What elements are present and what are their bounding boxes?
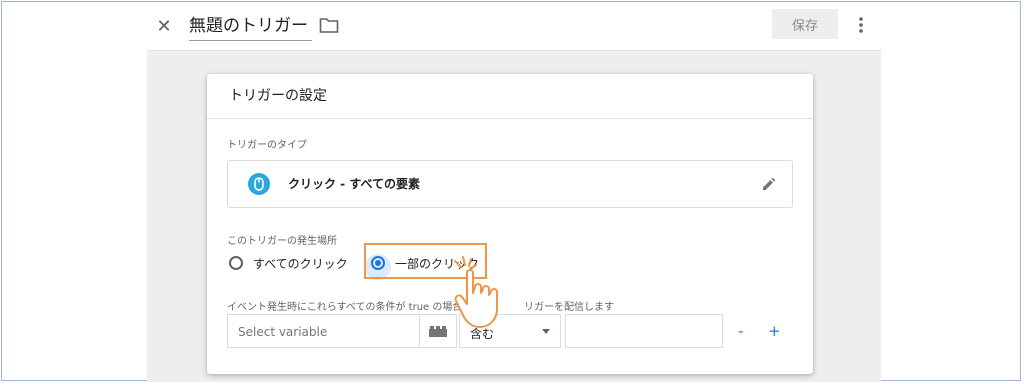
save-button[interactable]: 保存: [772, 9, 838, 39]
trigger-type-name: クリック - すべての要素: [288, 177, 421, 191]
editor-header: ✕ 無題のトリガー 保存: [147, 4, 881, 51]
variable-placeholder: Select variable: [238, 325, 328, 339]
chevron-down-icon: [542, 329, 550, 334]
fire-on-label: このトリガーの発生場所: [227, 236, 337, 247]
pointing-hand-icon: [454, 256, 498, 328]
close-icon[interactable]: ✕: [152, 14, 176, 38]
trigger-type-label: トリガーのタイプ: [227, 140, 307, 151]
value-input[interactable]: [565, 314, 723, 348]
building-blocks-icon: [429, 326, 447, 337]
variable-select[interactable]: Select variable: [227, 314, 457, 348]
screenshot-frame: ✕ 無題のトリガー 保存 トリガーの設定 トリガーのタイプ クリック - すべて…: [1, 1, 1021, 382]
conditions-label-tail: リガーを配信します: [524, 302, 614, 313]
more-vert-icon[interactable]: [855, 14, 867, 36]
add-condition-button[interactable]: +: [768, 322, 781, 340]
trigger-config-card: トリガーの設定 トリガーのタイプ クリック - すべての要素 このトリガーの発生…: [207, 74, 813, 374]
trigger-type-selector[interactable]: クリック - すべての要素: [227, 160, 793, 208]
pencil-icon[interactable]: [760, 175, 778, 193]
conditions-label: イベント発生時にこれらすべての条件が true の場合: [227, 302, 463, 313]
radio-button[interactable]: [229, 256, 243, 270]
mouse-icon: [248, 173, 270, 195]
trigger-title[interactable]: 無題のトリガー: [189, 12, 312, 41]
remove-condition-button[interactable]: -: [738, 322, 743, 340]
radio-all-clicks[interactable]: すべてのクリック: [229, 250, 348, 276]
radio-label-all-clicks: すべてのクリック: [253, 256, 348, 271]
folder-icon[interactable]: [319, 16, 339, 34]
tag-manager-editor: ✕ 無題のトリガー 保存 トリガーの設定 トリガーのタイプ クリック - すべて…: [147, 4, 881, 382]
card-title: トリガーの設定: [207, 74, 813, 119]
